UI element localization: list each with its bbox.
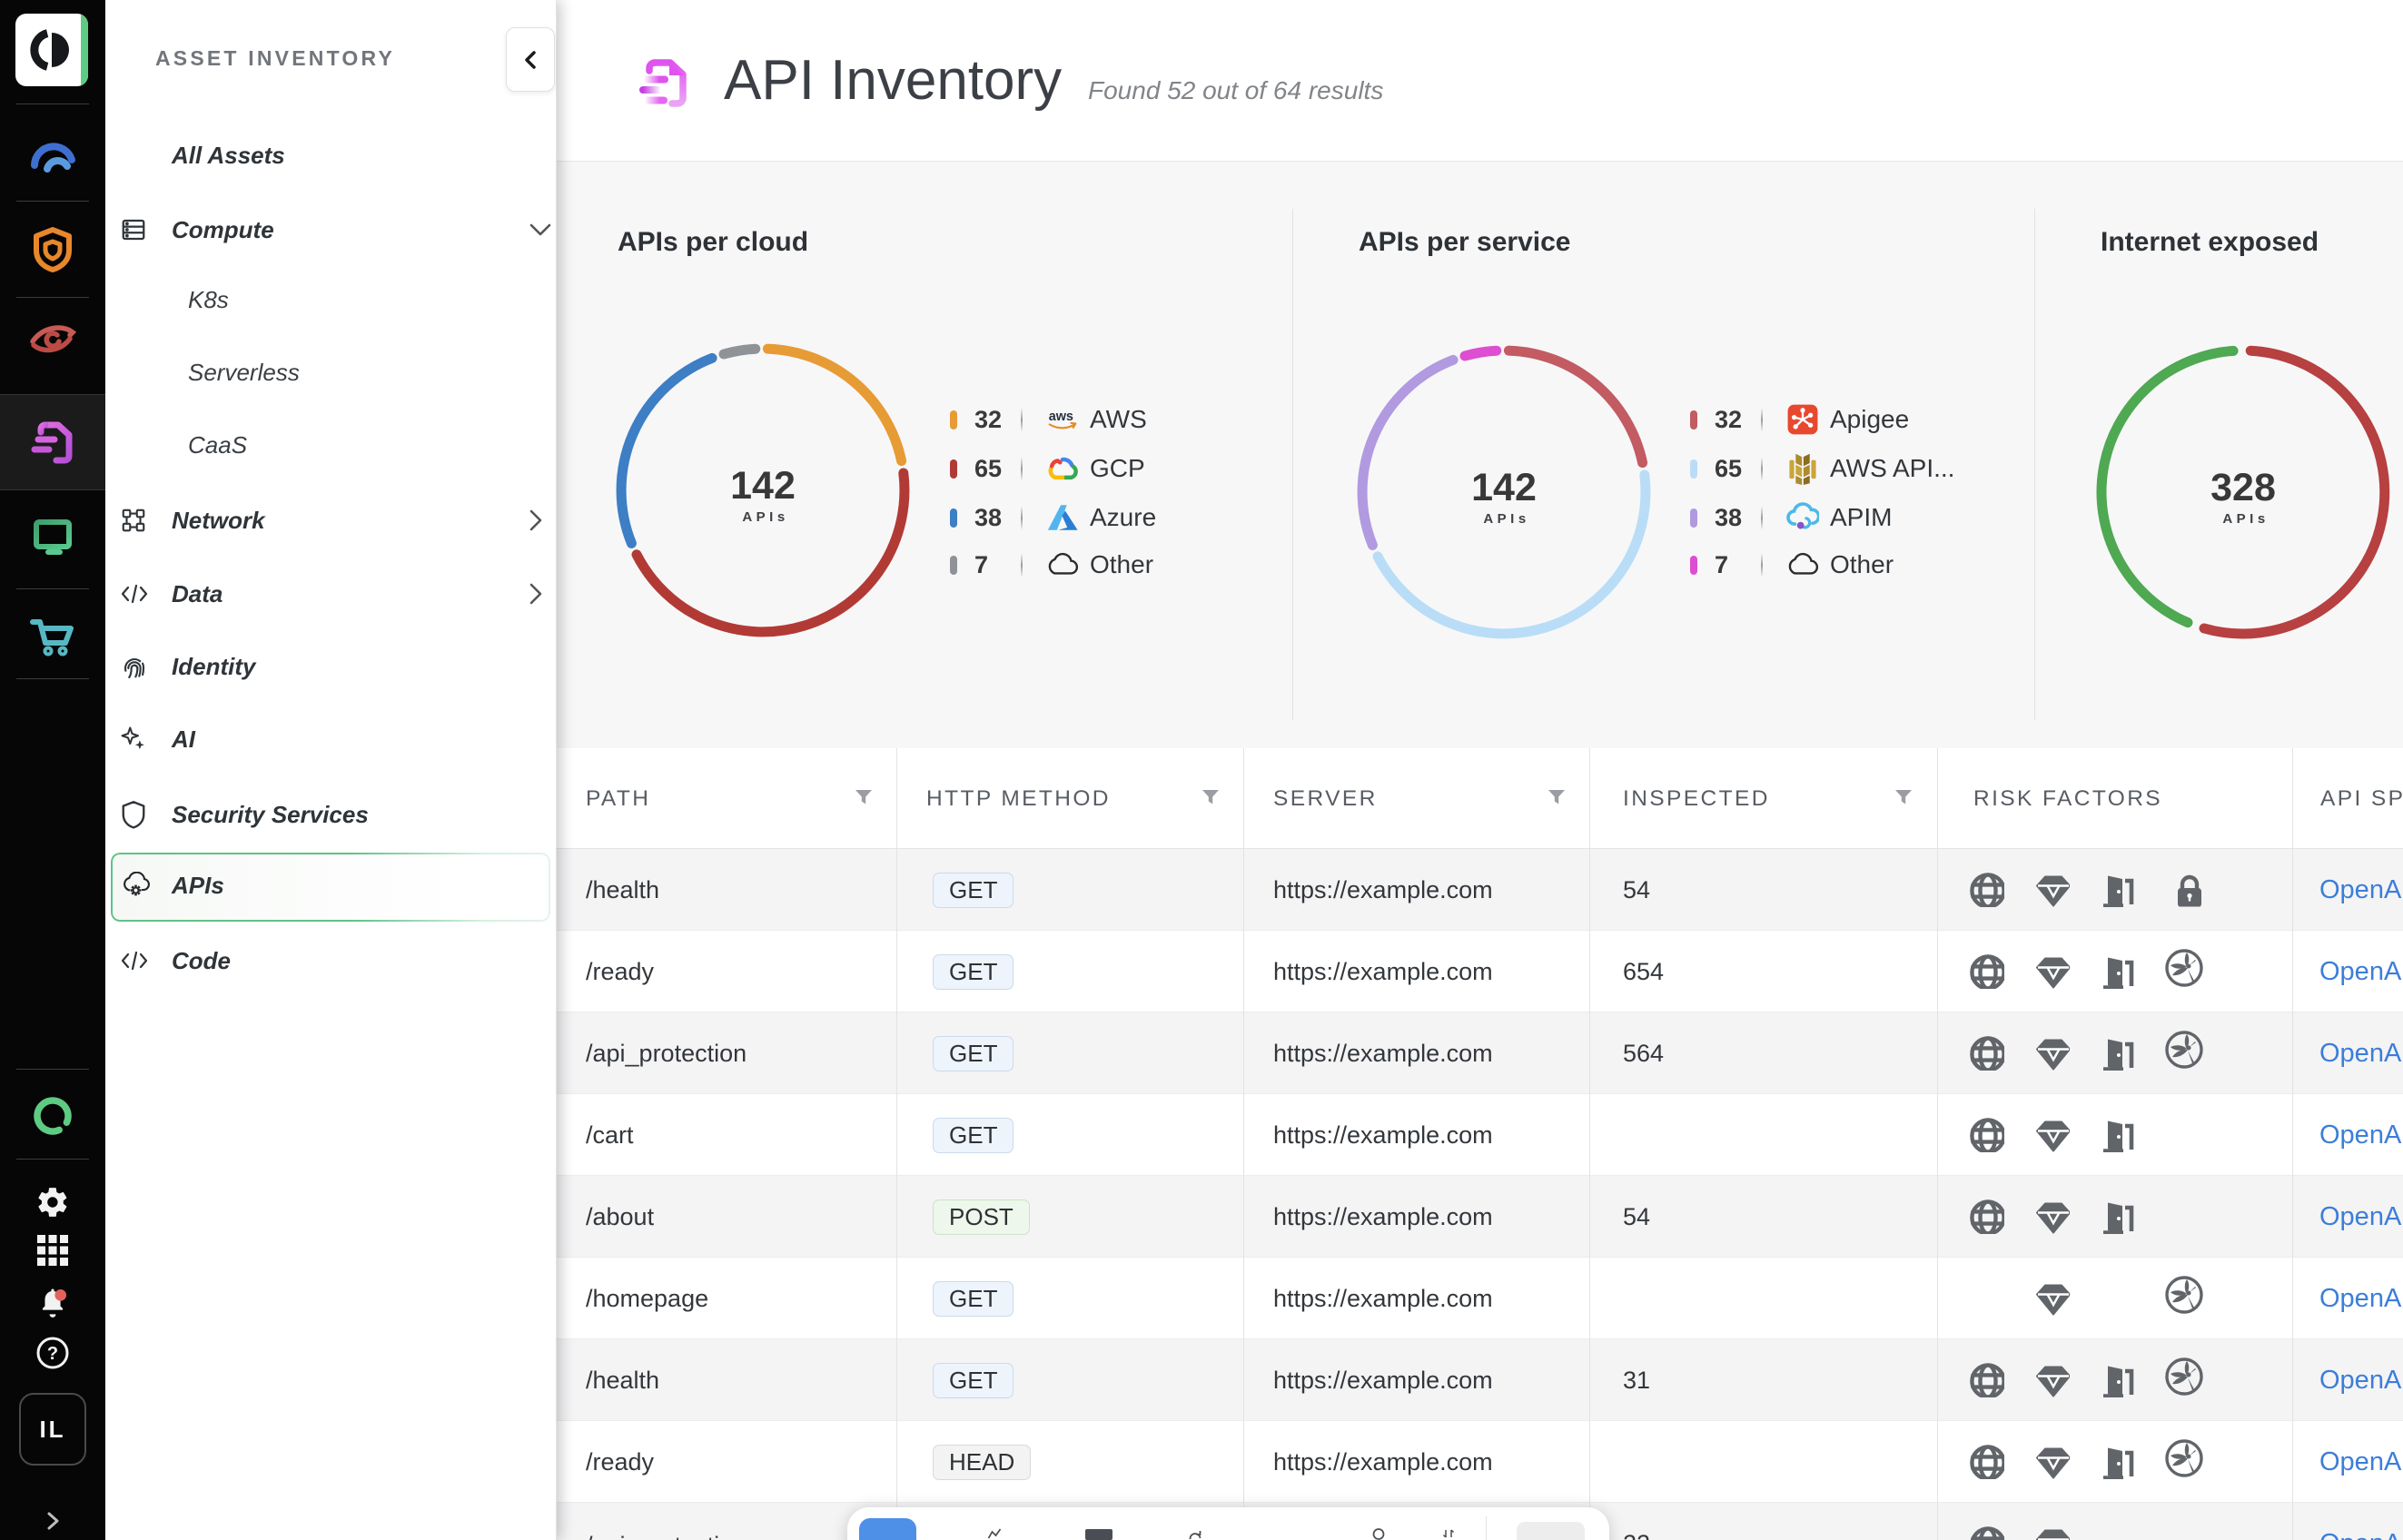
svg-text:aws: aws — [1049, 410, 1073, 424]
svg-text:?: ? — [47, 1344, 58, 1364]
